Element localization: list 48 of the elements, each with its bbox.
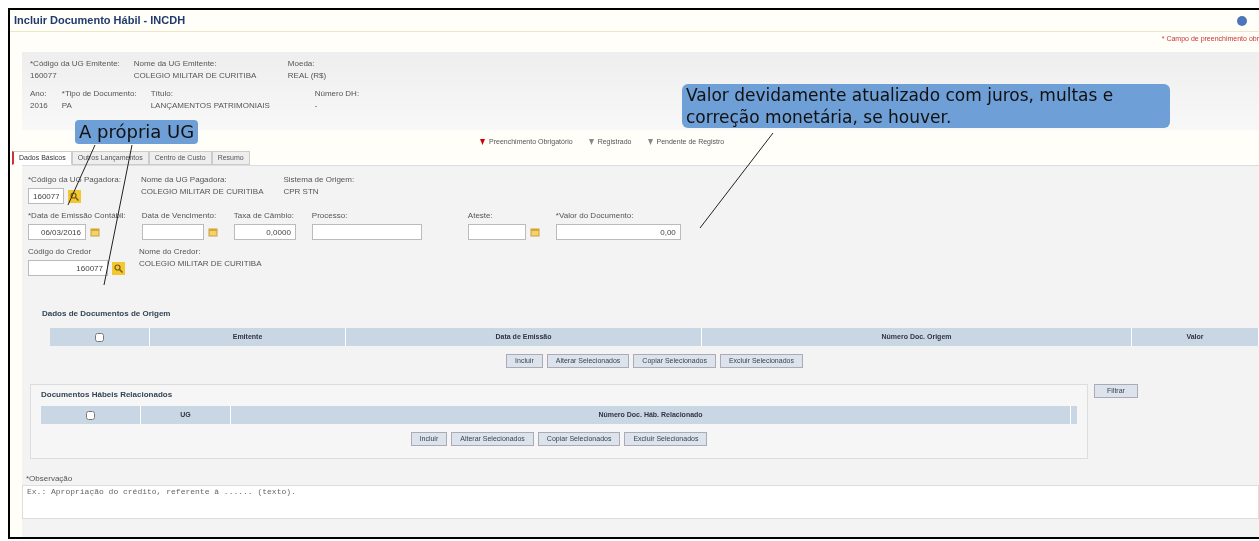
field-label: Sistema de Origem: [283, 174, 355, 186]
calendar-icon[interactable] [90, 227, 100, 237]
input-field[interactable]: 160077 [28, 188, 64, 204]
field-label: Ateste: [467, 210, 494, 222]
field-value: LANÇAMENTOS PATRIMONIAIS [150, 100, 271, 112]
field-label: Nome da UG Emitente: [133, 58, 218, 70]
observation-field[interactable]: Ex.: Apropriação do crédito, referente à ...... (texto). [22, 485, 1259, 519]
section-title: Documentos Hábeis Relacionados [41, 389, 174, 401]
field-label: *Observação [26, 473, 74, 485]
section-title: Dados de Documentos de Origem [42, 308, 172, 320]
field-label: Nome da UG Pagadora: [140, 174, 228, 186]
search-icon[interactable] [112, 261, 125, 275]
field-label: Ano: [30, 88, 48, 100]
input-field[interactable]: 06/03/2016 [28, 224, 86, 240]
field-label: Moeda: [287, 58, 316, 70]
field-value: COLEGIO MILITAR DE CURITIBA [133, 70, 258, 82]
field-value: PA [61, 100, 73, 112]
callout: Valor devidamente atualizado com juros, multas e correção monetária, se houver. [682, 84, 1170, 128]
field-value: - [314, 100, 319, 112]
field-label: *Tipo de Documento: [61, 88, 137, 100]
field-value: CPR STN [283, 186, 320, 198]
field-label: Taxa de Câmbio: [233, 210, 295, 222]
field-value: 160077 [30, 70, 58, 82]
field-label: Processo: [311, 210, 349, 222]
field-value: COLEGIO MILITAR DE CURITIBA [139, 258, 262, 270]
field-label: Nome do Credor: [139, 246, 202, 258]
field-label: *Código da UG Emitente: [30, 58, 120, 70]
field-value: COLEGIO MILITAR DE CURITIBA [140, 186, 264, 198]
field-value: 2016 [30, 100, 48, 112]
callout: A própria UG [75, 120, 199, 144]
input-field[interactable] [311, 224, 422, 240]
input-field[interactable] [141, 224, 204, 240]
field-label: Número DH: [314, 88, 360, 100]
select-all-checkbox[interactable] [95, 332, 104, 342]
help-icon[interactable] [1237, 15, 1247, 26]
window-title: Incluir Documento Hábil - INCDH [14, 13, 186, 29]
input-field[interactable] [467, 224, 526, 240]
input-field[interactable]: 160077 [28, 260, 108, 276]
field-label: Título: [150, 88, 174, 100]
input-field[interactable]: 0,00 [555, 224, 681, 240]
field-label: Data de Vencimento: [141, 210, 218, 222]
field-value: REAL (R$) [287, 70, 327, 82]
calendar-icon[interactable] [529, 227, 540, 237]
field-label: *Valor do Documento: [555, 210, 635, 222]
select-all-checkbox[interactable] [86, 410, 95, 420]
input-field[interactable]: 0,0000 [233, 224, 296, 240]
calendar-icon[interactable] [207, 227, 218, 237]
field-label: Código do Credor [28, 246, 93, 258]
